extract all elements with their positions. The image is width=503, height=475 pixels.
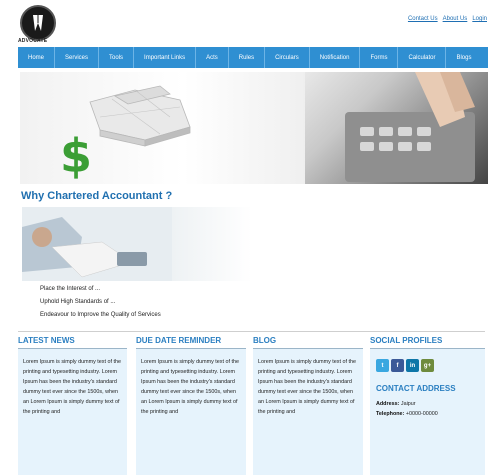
linkedin-icon[interactable]: in — [406, 359, 419, 372]
calculator-hand-image — [305, 72, 488, 184]
due-date-column: DUE DATE REMINDER Lorem Ipsum is simply … — [136, 336, 246, 475]
accountant-photo — [22, 207, 172, 281]
twitter-icon[interactable]: t — [376, 359, 389, 372]
latest-news-text: Lorem Ipsum is simply dummy text of the … — [23, 359, 121, 415]
nav-important-links[interactable]: Important Links — [134, 47, 197, 68]
contact-telephone: Telephone: +0000-00000 — [376, 411, 483, 417]
latest-news-title: LATEST NEWS — [18, 336, 127, 349]
nav-tools[interactable]: Tools — [99, 47, 135, 68]
blog-text: Lorem Ipsum is simply dummy text of the … — [258, 359, 356, 415]
blog-body: Lorem Ipsum is simply dummy text of the … — [253, 349, 363, 475]
intro-points: Place the Interest of ... Uphold High St… — [40, 286, 161, 325]
puzzle-dollar-image: $ — [60, 85, 191, 183]
contact-address: Address: Jaipur — [376, 401, 483, 407]
about-us-link[interactable]: About Us — [443, 16, 468, 22]
section-title: Why Chartered Accountant ? — [21, 190, 173, 202]
social-icons: t f in g+ — [376, 359, 483, 372]
googleplus-icon[interactable]: g+ — [421, 359, 434, 372]
due-date-text: Lorem Ipsum is simply dummy text of the … — [141, 359, 239, 415]
nav-calculator[interactable]: Calculator — [398, 47, 447, 68]
nav-rules[interactable]: Rules — [229, 47, 266, 68]
login-link[interactable]: Login — [472, 16, 487, 22]
svg-text:$: $ — [60, 129, 92, 183]
section-divider — [18, 331, 485, 332]
telephone-label: Telephone: — [376, 411, 405, 417]
address-label: Address: — [376, 401, 400, 407]
blog-title: BLOG — [253, 336, 363, 349]
nav-notification[interactable]: Notification — [310, 47, 361, 68]
address-value: Jaipur — [400, 401, 416, 407]
hero-banner: $ — [20, 72, 488, 184]
photo-fade — [172, 207, 252, 281]
latest-news-body: Lorem Ipsum is simply dummy text of the … — [18, 349, 127, 475]
main-nav: Home Services Tools Important Links Acts… — [18, 47, 488, 68]
nav-blogs[interactable]: Blogs — [446, 47, 481, 68]
footer-columns: LATEST NEWS Lorem Ipsum is simply dummy … — [18, 336, 485, 475]
social-profiles-title: SOCIAL PROFILES — [370, 336, 485, 349]
latest-news-column: LATEST NEWS Lorem Ipsum is simply dummy … — [18, 336, 127, 475]
blog-column: BLOG Lorem Ipsum is simply dummy text of… — [253, 336, 363, 475]
contact-us-link[interactable]: Contact Us — [408, 16, 438, 22]
social-body: t f in g+ CONTACT ADDRESS Address: Jaipu… — [370, 349, 485, 475]
contact-address-title: CONTACT ADDRESS — [376, 384, 456, 393]
logo-text: ADVOCATE — [18, 38, 48, 44]
facebook-icon[interactable]: f — [391, 359, 404, 372]
nav-circulars[interactable]: Circulars — [265, 47, 310, 68]
list-item: Uphold High Standards of ... — [40, 299, 116, 305]
telephone-value: +0000-00000 — [405, 411, 438, 417]
nav-services[interactable]: Services — [55, 47, 100, 68]
list-item: Place the Interest of ... — [40, 286, 101, 292]
list-item: Endeavour to Improve the Quality of Serv… — [40, 312, 161, 318]
nav-home[interactable]: Home — [18, 47, 56, 68]
due-date-body: Lorem Ipsum is simply dummy text of the … — [136, 349, 246, 475]
advocate-logo[interactable] — [20, 5, 56, 41]
site-header: ADVOCATE Contact Us About Us Login — [0, 0, 503, 50]
social-column: SOCIAL PROFILES t f in g+ CONTACT ADDRES… — [370, 336, 485, 475]
nav-forms[interactable]: Forms — [360, 47, 399, 68]
lawyer-bands-icon — [33, 15, 43, 31]
top-links: Contact Us About Us Login — [408, 16, 487, 22]
due-date-title: DUE DATE REMINDER — [136, 336, 246, 349]
nav-acts[interactable]: Acts — [196, 47, 229, 68]
